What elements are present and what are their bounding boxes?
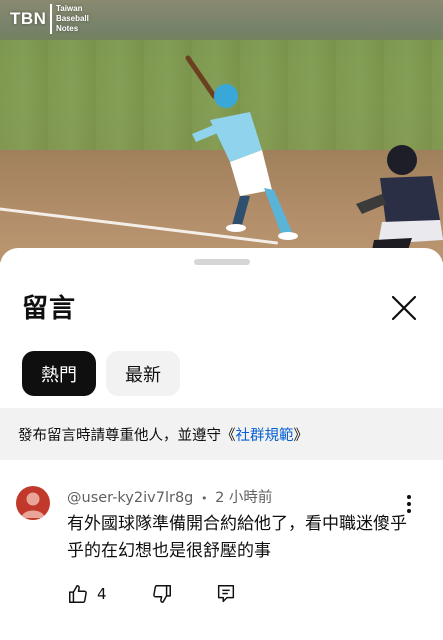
chip-newest[interactable]: 最新 bbox=[106, 351, 180, 396]
avatar[interactable] bbox=[16, 486, 50, 520]
channel-logo: TBN Taiwan Baseball Notes bbox=[10, 4, 89, 34]
comment-actions: 4 bbox=[67, 582, 237, 606]
comment-text: 有外國球隊準備開合約給他了，看中職迷傻乎乎的在幻想也是很舒壓的事 bbox=[67, 514, 407, 561]
community-guidelines-link[interactable]: 社群規範 bbox=[236, 424, 294, 445]
default-avatar-icon bbox=[21, 492, 45, 518]
catcher-figure bbox=[356, 145, 443, 250]
logo-subtitle: Taiwan Baseball Notes bbox=[56, 4, 89, 34]
close-icon bbox=[391, 295, 417, 321]
thumbs-down-icon bbox=[152, 585, 171, 603]
notice-suffix: 》 bbox=[293, 427, 309, 444]
reply-button[interactable] bbox=[215, 583, 237, 605]
community-notice: 發布留言時請尊重他人，並遵守《 社群規範》 bbox=[0, 408, 443, 460]
drag-handle[interactable] bbox=[194, 259, 250, 265]
video-player[interactable]: TBN Taiwan Baseball Notes bbox=[0, 0, 443, 262]
like-button[interactable]: 4 bbox=[67, 583, 107, 605]
reply-comment-icon bbox=[217, 585, 234, 603]
logo-divider bbox=[50, 4, 52, 34]
logo-sub-line-1: Taiwan bbox=[55, 4, 83, 13]
comments-title: 留言 bbox=[22, 294, 77, 324]
notice-text: 發布留言時請尊重他人，並遵守《 bbox=[18, 427, 236, 444]
like-count: 4 bbox=[97, 585, 107, 603]
batter-figure bbox=[185, 55, 298, 240]
dislike-button[interactable] bbox=[151, 583, 173, 605]
comment-username[interactable]: @user-ky2iv7lr8g bbox=[67, 490, 193, 506]
logo-sub-line-2: Baseball bbox=[55, 14, 89, 23]
logo-sub-line-3: Notes bbox=[55, 24, 79, 33]
close-button[interactable] bbox=[386, 290, 422, 326]
meta-separator: • bbox=[200, 492, 208, 505]
thumbs-up-icon bbox=[69, 585, 87, 603]
comment-meta: @user-ky2iv7lr8g • 2 小時前 bbox=[67, 486, 272, 507]
chip-top[interactable]: 熱門 bbox=[22, 351, 96, 396]
logo-mark: TBN bbox=[10, 9, 47, 28]
comment-time: 2 小時前 bbox=[215, 490, 273, 506]
